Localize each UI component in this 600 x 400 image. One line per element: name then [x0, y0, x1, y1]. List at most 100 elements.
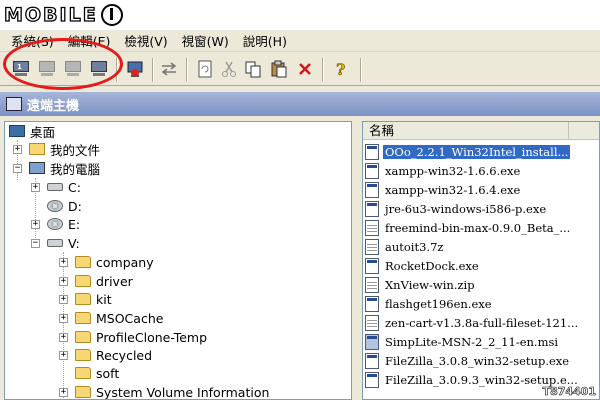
- remote-computer-4-button[interactable]: [88, 58, 110, 80]
- remote-computer-2-button[interactable]: [36, 58, 58, 80]
- cut-button[interactable]: [218, 58, 240, 80]
- folder-icon: [75, 275, 91, 287]
- toolbar-separator: [186, 58, 188, 82]
- remote-computer-3-button[interactable]: [62, 58, 84, 80]
- folder-tree[interactable]: 桌面 + 我的文件 − 我的電腦 + C: D: + E: − V: + com…: [4, 121, 352, 400]
- file-row-selected[interactable]: OOo_2.2.1_Win32Intel_install...: [365, 142, 599, 161]
- toolbar: 1 ?: [0, 52, 600, 86]
- column-header: 名稱: [363, 122, 599, 140]
- folder-icon: [75, 312, 91, 324]
- help-button[interactable]: ?: [330, 58, 352, 80]
- tree-item-folder[interactable]: MSOCache: [75, 309, 163, 327]
- folder-icon: [75, 349, 91, 361]
- expand-toggle[interactable]: +: [59, 277, 68, 286]
- tree-item-drive-e[interactable]: E:: [47, 215, 80, 233]
- tree-item-label: company: [96, 254, 154, 270]
- computer-icon: [64, 61, 82, 77]
- delete-x-icon: [299, 63, 311, 75]
- file-name: zen-cart-v1.3.8a-full-fileset-121...: [385, 315, 579, 330]
- file-row[interactable]: SimpLite-MSN-2_2_11-en.msi: [365, 332, 599, 351]
- tree-item-label: driver: [96, 273, 133, 289]
- tree-item-label: D:: [68, 198, 82, 214]
- paste-button[interactable]: [268, 58, 290, 80]
- expand-toggle[interactable]: +: [31, 183, 40, 192]
- file-row[interactable]: xampp-win32-1.6.6.exe: [365, 161, 599, 180]
- file-row[interactable]: RocketDock.exe: [365, 256, 599, 275]
- file-row[interactable]: autoit3.7z: [365, 237, 599, 256]
- file-name: flashget196en.exe: [385, 296, 492, 311]
- file-name: jre-6u3-windows-i586-p.exe: [385, 201, 547, 216]
- disconnect-icon: [127, 61, 143, 77]
- collapse-toggle[interactable]: −: [13, 164, 22, 173]
- expand-toggle[interactable]: +: [59, 258, 68, 267]
- power-icon: [100, 4, 123, 26]
- menu-bar: 系統(S) 編輯(E) 檢視(V) 視窗(W) 說明(H): [0, 30, 600, 52]
- tree-item-label: 桌面: [30, 124, 56, 140]
- expand-toggle[interactable]: +: [59, 351, 68, 360]
- folder-icon: [75, 331, 91, 343]
- expand-toggle[interactable]: +: [13, 145, 22, 154]
- tree-item-folder[interactable]: kit: [75, 290, 112, 308]
- expand-toggle[interactable]: +: [59, 333, 68, 342]
- tree-item-label: E:: [68, 216, 81, 232]
- refresh-button[interactable]: [194, 58, 216, 80]
- column-header-name[interactable]: 名稱: [363, 122, 569, 140]
- file-row[interactable]: FileZilla_3.0.8_win32-setup.exe: [365, 351, 599, 370]
- tree-item-my-computer[interactable]: 我的電腦: [29, 159, 100, 177]
- collapse-toggle[interactable]: −: [31, 239, 40, 248]
- remote-computer-1-button[interactable]: 1: [10, 58, 32, 80]
- expand-toggle[interactable]: +: [59, 388, 68, 397]
- toolbar-separator: [116, 58, 118, 82]
- tree-item-folder[interactable]: driver: [75, 272, 133, 290]
- menu-edit[interactable]: 編輯(E): [61, 31, 118, 50]
- tree-item-my-documents[interactable]: 我的文件: [29, 140, 100, 158]
- expand-toggle[interactable]: +: [59, 314, 68, 323]
- folder-icon: [75, 386, 91, 398]
- tree-item-folder[interactable]: company: [75, 253, 154, 271]
- file-row[interactable]: jre-6u3-windows-i586-p.exe: [365, 199, 599, 218]
- brand-logo: MOBILE: [3, 2, 123, 28]
- panel-header: 遠端主機: [0, 92, 600, 116]
- my-computer-icon: [29, 162, 45, 174]
- tree-item-folder[interactable]: Recycled: [75, 346, 152, 364]
- menu-help[interactable]: 說明(H): [236, 31, 294, 50]
- menu-system[interactable]: 系統(S): [4, 31, 61, 50]
- copy-button[interactable]: [242, 58, 264, 80]
- file-name: RocketDock.exe: [385, 258, 479, 273]
- file-name: freemind-bin-max-0.9.0_Beta_...: [385, 220, 571, 235]
- file-row[interactable]: XnView-win.zip: [365, 275, 599, 294]
- file-row[interactable]: xampp-win32-1.6.4.exe: [365, 180, 599, 199]
- tree-item-drive-c[interactable]: C:: [47, 178, 81, 196]
- tree-item-desktop[interactable]: 桌面: [9, 122, 55, 140]
- disconnect-button[interactable]: [124, 58, 146, 80]
- archive-file-icon: [365, 314, 379, 331]
- folder-icon: [75, 293, 91, 305]
- cd-drive-icon: [47, 200, 63, 212]
- tree-item-label: MSOCache: [96, 310, 164, 326]
- delete-button[interactable]: [294, 58, 316, 80]
- expand-toggle[interactable]: +: [31, 220, 40, 229]
- toolbar-separator: [360, 58, 362, 82]
- tree-item-folder-open[interactable]: soft: [75, 364, 119, 382]
- tree-item-folder[interactable]: ProfileClone-Temp: [75, 328, 207, 346]
- transfer-button[interactable]: [158, 58, 180, 80]
- file-row[interactable]: freemind-bin-max-0.9.0_Beta_...: [365, 218, 599, 237]
- file-list[interactable]: 名稱 OOo_2.2.1_Win32Intel_install... xampp…: [362, 121, 600, 400]
- tree-item-drive-v[interactable]: V:: [47, 234, 80, 252]
- exe-file-icon: [365, 371, 379, 388]
- tree-item-label: ProfileClone-Temp: [96, 329, 208, 345]
- file-name: xampp-win32-1.6.6.exe: [385, 163, 521, 178]
- tree-item-drive-d[interactable]: D:: [47, 197, 82, 215]
- menu-window[interactable]: 視窗(W): [175, 31, 236, 50]
- tree-item-folder[interactable]: System Volume Information: [75, 383, 269, 399]
- file-name: OOo_2.2.1_Win32Intel_install...: [381, 143, 572, 160]
- file-row[interactable]: flashget196en.exe: [365, 294, 599, 313]
- scissors-icon: [222, 61, 236, 77]
- exe-file-icon: [365, 181, 379, 198]
- file-row[interactable]: zen-cart-v1.3.8a-full-fileset-121...: [365, 313, 599, 332]
- transfer-arrows-icon: [161, 62, 177, 76]
- expand-toggle[interactable]: +: [59, 295, 68, 304]
- tree-item-label: soft: [96, 365, 120, 381]
- remote-host-icon: [6, 97, 22, 111]
- menu-view[interactable]: 檢視(V): [117, 31, 174, 50]
